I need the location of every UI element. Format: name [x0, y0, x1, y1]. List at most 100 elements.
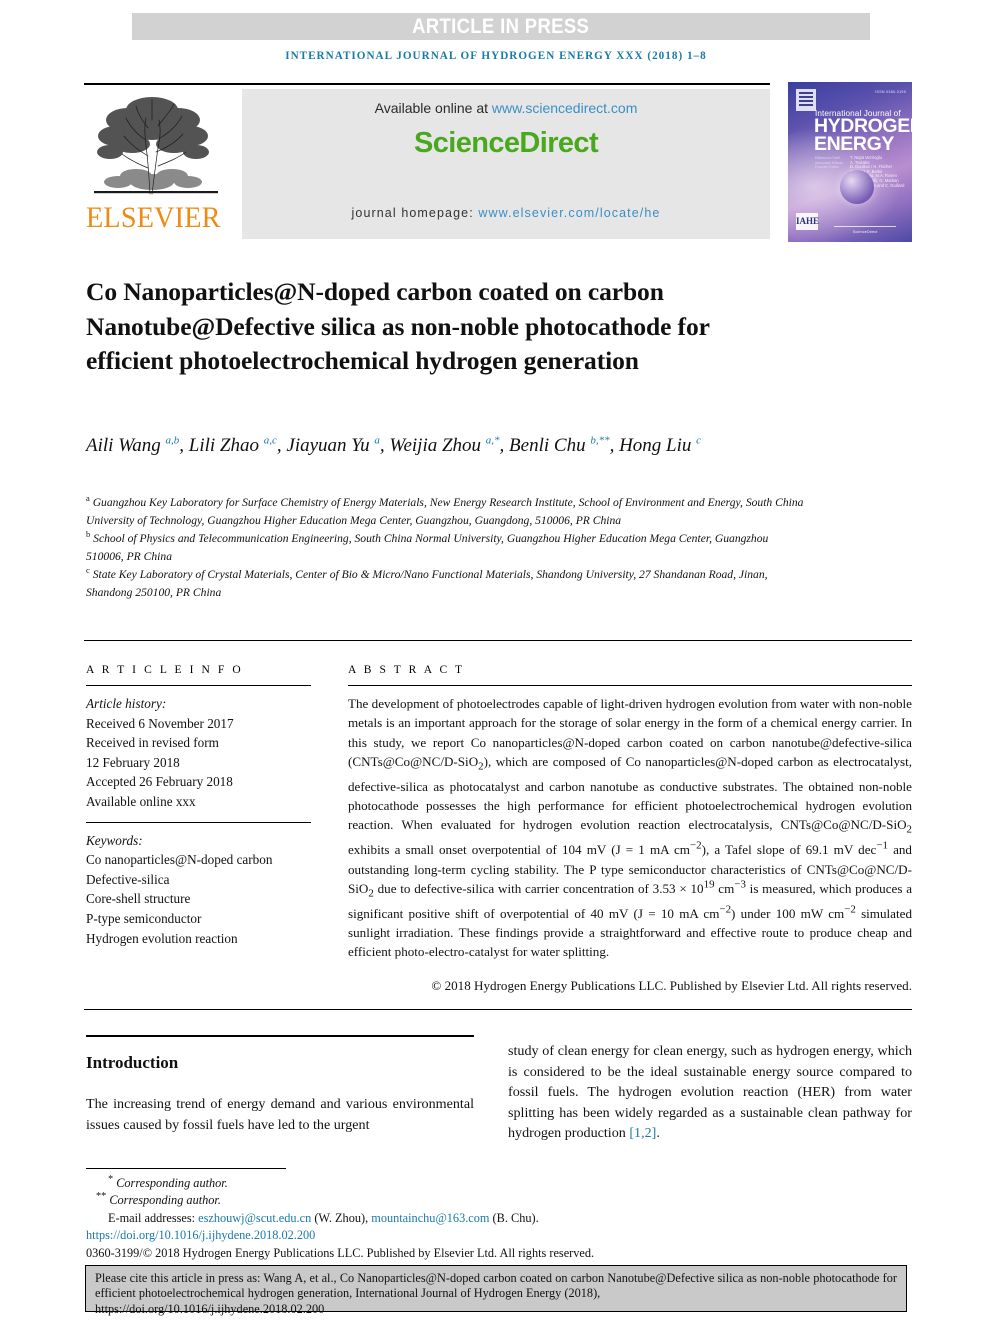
- affiliation-text: School of Physics and Telecommunication …: [86, 532, 769, 563]
- author-affiliation-mark: c: [696, 434, 702, 447]
- cite-this-article-box: Please cite this article in press as: Wa…: [85, 1265, 907, 1316]
- affiliation-item: a Guangzhou Key Laboratory for Surface C…: [86, 494, 806, 530]
- article-info-heading: A R T I C L E I N F O: [86, 664, 244, 676]
- corresponding-author-note-1: * Corresponding author.: [86, 1173, 706, 1192]
- keywords-block: Keywords: Co nanoparticles@N-doped carbo…: [86, 831, 311, 949]
- affiliation-item: c State Key Laboratory of Crystal Materi…: [86, 566, 806, 602]
- corresponding-mark-double: **: [96, 1191, 107, 1203]
- introduction-heading-rule: [86, 1035, 474, 1037]
- author-affiliation-mark: a,c: [263, 434, 277, 447]
- keyword-item: Co nanoparticles@N-doped carbon: [86, 852, 273, 868]
- author-separator: ,: [379, 435, 390, 456]
- affiliation-mark: b: [86, 529, 91, 540]
- author-separator: ,: [276, 435, 287, 456]
- author-entry: Hong Liu c: [619, 435, 701, 456]
- author-list: Aili Wang a,b, Lili Zhao a,c, Jiayuan Yu…: [86, 432, 786, 459]
- article-history-item: 12 February 2018: [86, 754, 180, 770]
- introduction-heading: Introduction: [86, 1053, 179, 1072]
- author-name: Lili Zhao: [188, 435, 260, 456]
- author-name: Aili Wang: [86, 435, 161, 456]
- doi-line: https://doi.org/10.1016/j.ijhydene.2018.…: [86, 1227, 706, 1244]
- keyword-item: P-type semiconductor: [86, 910, 202, 926]
- affiliation-text: State Key Laboratory of Crystal Material…: [86, 568, 768, 599]
- paper-page: ARTICLE IN PRESS INTERNATIONAL JOURNAL O…: [0, 0, 992, 1323]
- page-title: Co Nanoparticles@N-doped carbon coated o…: [86, 277, 710, 376]
- sciencedirect-panel: Available online at www.sciencedirect.co…: [242, 89, 770, 239]
- author-name: Hong Liu: [619, 435, 692, 456]
- corresponding-author-text-1: Corresponding author.: [116, 1176, 228, 1190]
- masthead: ELSEVIER Available online at www.science…: [84, 88, 770, 240]
- info-abstract-top-rule: [84, 640, 912, 641]
- footnote-rule: [86, 1168, 286, 1169]
- article-history-item: Received in revised form: [86, 735, 219, 751]
- affiliation-mark: a: [86, 493, 90, 504]
- abstract-body: The development of photoelectrodes capab…: [348, 696, 913, 960]
- introduction-left-column: Introduction The increasing trend of ene…: [86, 1035, 474, 1135]
- abstract-heading: A B S T R A C T: [348, 664, 465, 676]
- issn-copyright-line: 0360-3199/© 2018 Hydrogen Energy Publica…: [86, 1245, 595, 1260]
- journal-homepage-prefix: journal homepage:: [351, 206, 479, 220]
- article-info-rule: [86, 685, 311, 686]
- author-affiliation-mark: b,**: [590, 434, 610, 447]
- author-entry: Lili Zhao a,c,: [189, 435, 287, 456]
- author-affiliation-mark: a,*: [485, 434, 500, 447]
- abstract-copyright: © 2018 Hydrogen Energy Publications LLC.…: [431, 977, 912, 993]
- journal-homepage-line: journal homepage: www.elsevier.com/locat…: [242, 206, 770, 220]
- elsevier-tree-icon: [88, 90, 224, 202]
- author-separator: ,: [179, 435, 189, 456]
- cover-editors-label: Editors-in-Chief Associate Editors Found…: [815, 156, 843, 170]
- author-entry: Jiayuan Yu a,: [286, 435, 389, 456]
- article-history-item: Available online xxx: [86, 793, 196, 809]
- cover-barcode-badge: [796, 89, 816, 111]
- author-name: Jiayuan Yu: [286, 435, 370, 456]
- keywords-label: Keywords:: [86, 832, 143, 848]
- sciencedirect-url-link[interactable]: www.sciencedirect.com: [492, 100, 638, 116]
- introduction-paragraph-right: study of clean energy for clean energy, …: [508, 1041, 912, 1144]
- author-entry: Weijia Zhou a,*,: [389, 435, 509, 456]
- cover-title-energy: ENERGY: [814, 133, 894, 155]
- email-link-chu[interactable]: mountainchu@163.com: [371, 1211, 489, 1225]
- affiliation-text: Guangzhou Key Laboratory for Surface Che…: [86, 496, 804, 527]
- author-affiliation-mark: a,b: [165, 434, 180, 447]
- email-addresses-line: E-mail addresses: eszhouwj@scut.edu.cn (…: [86, 1210, 706, 1227]
- cite-box-line-2: https://doi.org/10.1016/j.ijhydene.2018.…: [95, 1301, 325, 1316]
- introduction-right-column: study of clean energy for clean energy, …: [508, 1041, 912, 1144]
- abstract-column: A B S T R A C T The development of photo…: [348, 664, 912, 995]
- cover-issn-label: ISSN 0360-3199: [875, 90, 906, 94]
- journal-homepage-link[interactable]: www.elsevier.com/locate/he: [478, 206, 660, 220]
- author-entry: Benli Chu b,**,: [509, 435, 619, 456]
- author-name: Weijia Zhou: [389, 435, 482, 456]
- cite-box-line-1: Please cite this article in press as: Wa…: [95, 1271, 897, 1301]
- introduction-paragraph-right-text: study of clean energy for clean energy, …: [508, 1043, 912, 1142]
- affiliation-item: b School of Physics and Telecommunicatio…: [86, 530, 806, 566]
- author-name: Benli Chu: [509, 435, 586, 456]
- keyword-item: Hydrogen evolution reaction: [86, 930, 238, 946]
- introduction-paragraph-left: The increasing trend of energy demand an…: [86, 1096, 474, 1133]
- cover-footer-text: ScienceDirect: [834, 226, 896, 234]
- email-link-zhou[interactable]: eszhouwj@scut.edu.cn: [198, 1211, 311, 1225]
- article-info-column: A R T I C L E I N F O Article history: R…: [86, 664, 311, 948]
- journal-running-head: INTERNATIONAL JOURNAL OF HYDROGEN ENERGY…: [285, 50, 707, 62]
- keyword-item: Defective-silica: [86, 871, 170, 887]
- footnote-block: * Corresponding author. ** Corresponding…: [86, 1173, 706, 1262]
- email-addresses-label: E-mail addresses:: [108, 1210, 199, 1225]
- elsevier-logo: ELSEVIER: [84, 88, 230, 240]
- article-in-press-label: ARTICLE IN PRESS: [412, 14, 590, 38]
- doi-link[interactable]: https://doi.org/10.1016/j.ijhydene.2018.…: [86, 1228, 315, 1242]
- citation-link-1-2[interactable]: [1,2]: [629, 1125, 656, 1141]
- available-online-prefix: Available online at: [374, 100, 492, 116]
- body-top-rule: [84, 1009, 912, 1010]
- article-history-block: Article history: Received 6 November 201…: [86, 694, 311, 812]
- introduction-paragraph-right-period: .: [656, 1125, 660, 1142]
- author-separator: ,: [609, 435, 620, 456]
- article-history-label: Article history:: [86, 696, 167, 711]
- masthead-top-rule: [84, 83, 770, 85]
- corresponding-mark-single: *: [108, 1173, 114, 1185]
- author-separator: ,: [499, 435, 510, 456]
- article-in-press-banner: ARTICLE IN PRESS: [132, 13, 870, 40]
- keywords-rule: [86, 821, 311, 823]
- email-owner-chu: (B. Chu).: [489, 1210, 539, 1225]
- article-history-item: Accepted 26 February 2018: [86, 774, 233, 790]
- cover-iahe-logo: IAHE: [796, 213, 819, 230]
- sciencedirect-wordmark: ScienceDirect: [413, 127, 599, 159]
